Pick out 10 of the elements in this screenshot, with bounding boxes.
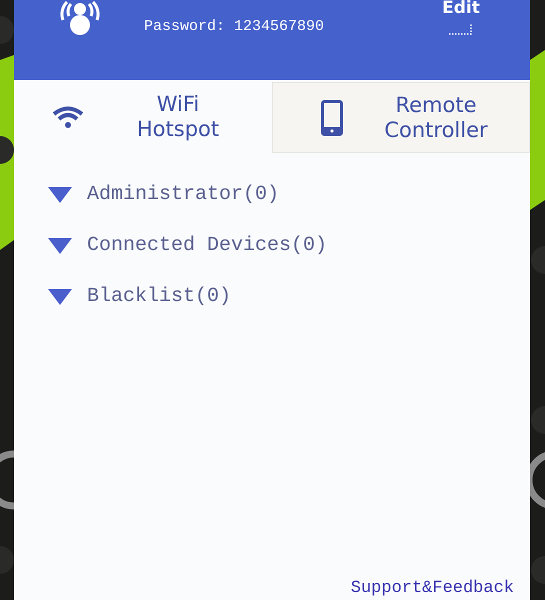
dotted-line-icon [449,23,473,35]
wifi-icon [52,104,84,128]
support-link[interactable]: Support&Feedback [350,579,514,598]
phone-icon [321,100,343,136]
tab[interactable]: Remote Controller [272,82,530,153]
edit-button[interactable]: Edit [442,0,480,19]
group-header[interactable]: Blacklist(0) [47,285,530,309]
group-header[interactable]: Connected Devices(0) [47,234,530,258]
group-header[interactable]: Administrator(0) [47,183,530,207]
password-text: Password: 1234567890 [144,18,326,35]
